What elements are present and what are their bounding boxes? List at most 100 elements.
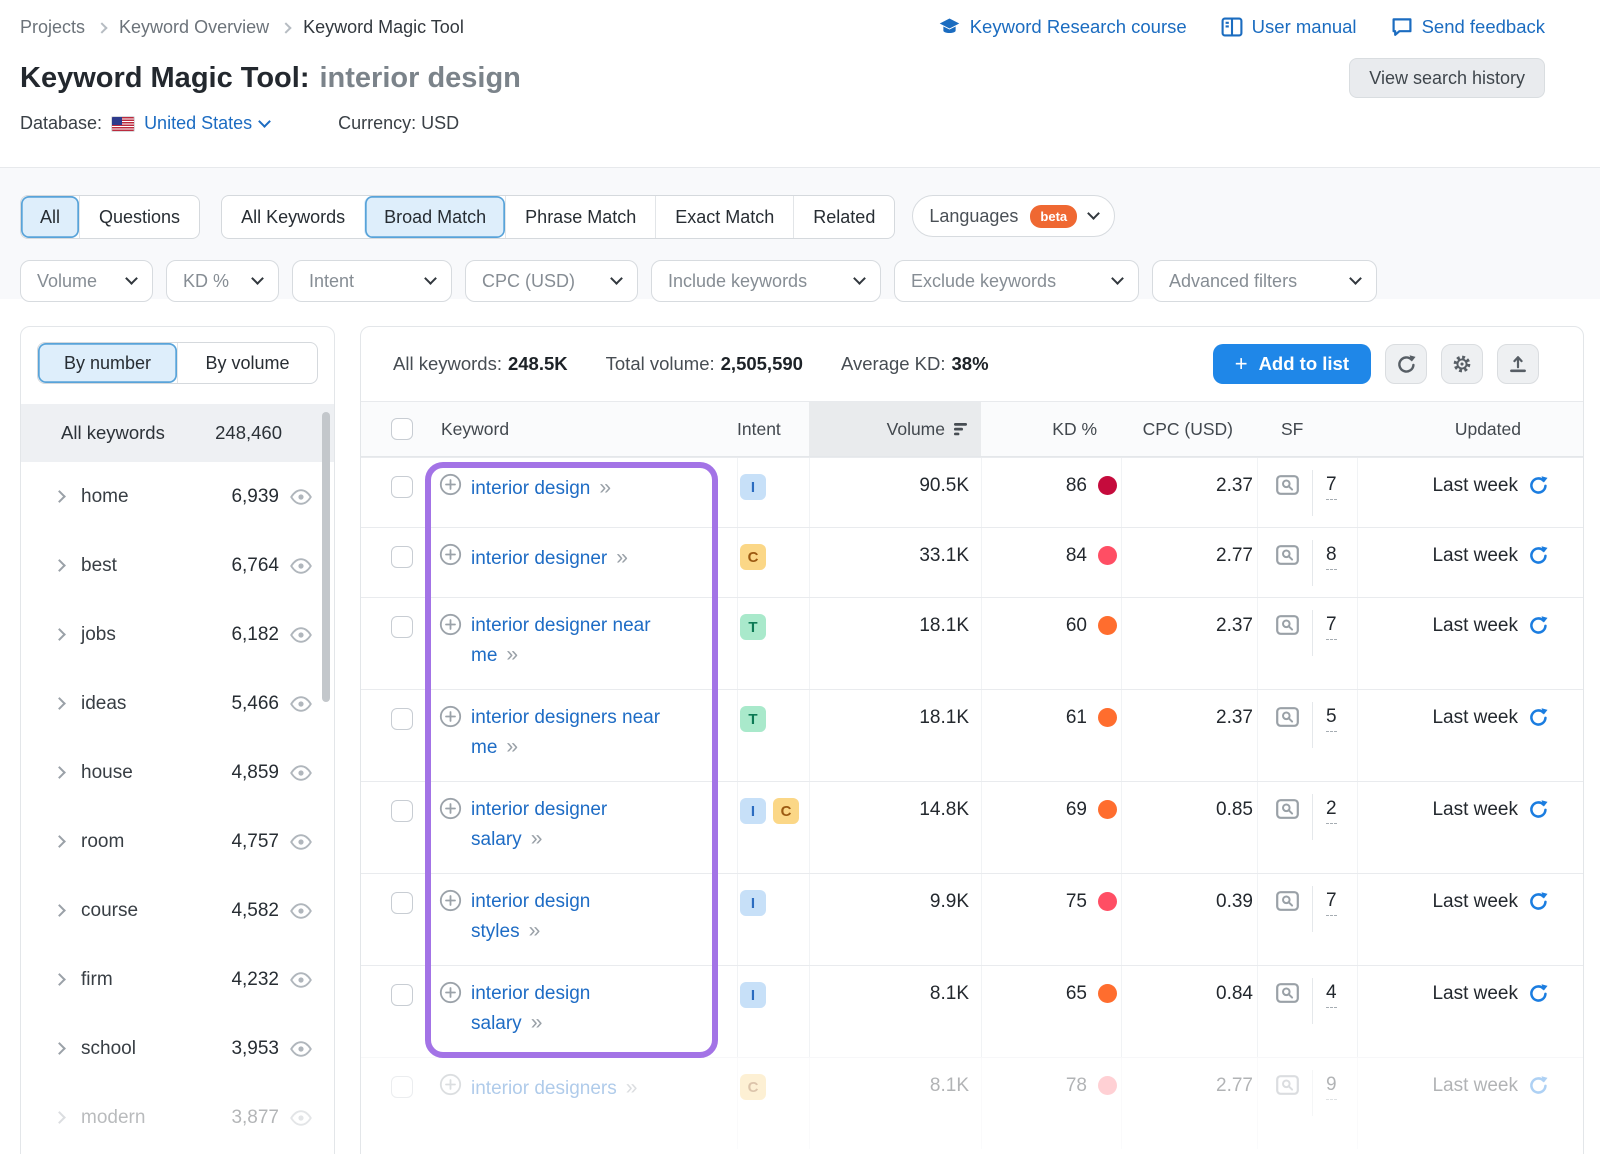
sidebar-group-jobs[interactable]: jobs 6,182 <box>21 600 334 669</box>
settings-button[interactable] <box>1441 344 1483 384</box>
eye-icon[interactable] <box>290 833 312 850</box>
all-keywords-group[interactable]: All keywords 248,460 <box>21 404 334 462</box>
eye-icon[interactable] <box>290 557 312 574</box>
eye-icon[interactable] <box>290 626 312 643</box>
database-selector[interactable]: United States <box>144 113 271 134</box>
chevron-right-icon[interactable] <box>53 835 66 848</box>
keyword-link[interactable]: interior designers near me <box>471 707 660 758</box>
chevron-right-icon[interactable] <box>53 490 66 503</box>
row-checkbox[interactable] <box>391 616 413 638</box>
column-header-kd[interactable]: KD % <box>981 402 1121 456</box>
chevron-right-icon[interactable] <box>53 1111 66 1124</box>
tab-exact-match[interactable]: Exact Match <box>655 196 793 238</box>
select-all-checkbox[interactable] <box>391 418 413 440</box>
serp-features-icon[interactable] <box>1276 799 1299 819</box>
intent-filter-dropdown[interactable]: Intent <box>292 260 452 302</box>
advanced-filters-dropdown[interactable]: Advanced filters <box>1152 260 1377 302</box>
expand-keyword-icon[interactable]: » <box>506 735 518 758</box>
add-keyword-icon[interactable] <box>439 473 462 502</box>
expand-keyword-icon[interactable]: » <box>616 546 628 569</box>
tab-related[interactable]: Related <box>793 196 894 238</box>
tab-questions[interactable]: Questions <box>79 196 199 238</box>
chevron-right-icon[interactable] <box>53 973 66 986</box>
breadcrumb-keyword-overview[interactable]: Keyword Overview <box>119 17 269 38</box>
expand-keyword-icon[interactable]: » <box>531 827 543 850</box>
refresh-metrics-icon[interactable] <box>1528 983 1549 1004</box>
serp-features-icon[interactable] <box>1276 475 1299 495</box>
serp-features-icon[interactable] <box>1276 1075 1299 1095</box>
exclude-keywords-dropdown[interactable]: Exclude keywords <box>894 260 1139 302</box>
row-checkbox[interactable] <box>391 708 413 730</box>
sf-count[interactable]: 7 <box>1326 474 1337 500</box>
keyword-link[interactable]: interior designers <box>471 1078 617 1099</box>
chevron-right-icon[interactable] <box>53 904 66 917</box>
serp-features-icon[interactable] <box>1276 891 1299 911</box>
toggle-by-number[interactable]: By number <box>38 343 177 383</box>
serp-features-icon[interactable] <box>1276 615 1299 635</box>
refresh-metrics-icon[interactable] <box>1528 707 1549 728</box>
column-header-cpc[interactable]: CPC (USD) <box>1121 402 1257 456</box>
expand-keyword-icon[interactable]: » <box>599 476 611 499</box>
refresh-metrics-icon[interactable] <box>1528 545 1549 566</box>
keyword-link[interactable]: interior designer near me <box>471 615 651 666</box>
sidebar-group-house[interactable]: house 4,859 <box>21 738 334 807</box>
toggle-by-volume[interactable]: By volume <box>177 343 317 383</box>
refresh-button[interactable] <box>1385 344 1427 384</box>
sf-count[interactable]: 7 <box>1326 890 1337 916</box>
chevron-right-icon[interactable] <box>53 766 66 779</box>
tab-all-keywords[interactable]: All Keywords <box>222 196 364 238</box>
add-keyword-icon[interactable] <box>439 1073 462 1102</box>
chevron-right-icon[interactable] <box>53 559 66 572</box>
sidebar-group-home[interactable]: home 6,939 <box>21 462 334 531</box>
serp-features-icon[interactable] <box>1276 707 1299 727</box>
serp-features-icon[interactable] <box>1276 983 1299 1003</box>
view-search-history-button[interactable]: View search history <box>1349 58 1545 98</box>
add-keyword-icon[interactable] <box>439 705 462 734</box>
refresh-metrics-icon[interactable] <box>1528 799 1549 820</box>
send-feedback-link[interactable]: Send feedback <box>1391 16 1545 38</box>
sidebar-group-room[interactable]: room 4,757 <box>21 807 334 876</box>
cpc-filter-dropdown[interactable]: CPC (USD) <box>465 260 638 302</box>
sidebar-group-school[interactable]: school 3,953 <box>21 1014 334 1083</box>
sf-count[interactable]: 8 <box>1326 544 1337 570</box>
row-checkbox[interactable] <box>391 892 413 914</box>
chevron-right-icon[interactable] <box>53 697 66 710</box>
user-manual-link[interactable]: User manual <box>1221 16 1357 38</box>
languages-dropdown[interactable]: Languages beta <box>912 195 1116 237</box>
chevron-right-icon[interactable] <box>53 628 66 641</box>
expand-keyword-icon[interactable]: » <box>626 1076 638 1099</box>
sidebar-group-course[interactable]: course 4,582 <box>21 876 334 945</box>
eye-icon[interactable] <box>290 971 312 988</box>
add-keyword-icon[interactable] <box>439 613 462 642</box>
sidebar-group-firm[interactable]: firm 4,232 <box>21 945 334 1014</box>
add-to-list-button[interactable]: + Add to list <box>1212 344 1371 384</box>
tab-broad-match[interactable]: Broad Match <box>364 196 506 238</box>
include-keywords-dropdown[interactable]: Include keywords <box>651 260 881 302</box>
sidebar-group-ideas[interactable]: ideas 5,466 <box>21 669 334 738</box>
eye-icon[interactable] <box>290 764 312 781</box>
eye-icon[interactable] <box>290 1109 312 1126</box>
eye-icon[interactable] <box>290 1040 312 1057</box>
sidebar-group-best[interactable]: best 6,764 <box>21 531 334 600</box>
keyword-link[interactable]: interior design <box>471 478 590 499</box>
sf-count[interactable]: 5 <box>1326 706 1337 732</box>
add-keyword-icon[interactable] <box>439 543 462 572</box>
column-header-volume[interactable]: Volume <box>809 402 981 456</box>
row-checkbox[interactable] <box>391 546 413 568</box>
refresh-metrics-icon[interactable] <box>1528 475 1549 496</box>
expand-keyword-icon[interactable]: » <box>506 643 518 666</box>
row-checkbox[interactable] <box>391 1076 413 1098</box>
refresh-metrics-icon[interactable] <box>1528 891 1549 912</box>
keyword-link[interactable]: interior designer <box>471 548 607 569</box>
column-header-sf[interactable]: SF <box>1257 402 1357 456</box>
add-keyword-icon[interactable] <box>439 797 462 826</box>
keyword-research-course-link[interactable]: Keyword Research course <box>938 16 1187 39</box>
kd-filter-dropdown[interactable]: KD % <box>166 260 279 302</box>
column-header-keyword[interactable]: Keyword <box>413 402 737 456</box>
column-header-intent[interactable]: Intent <box>737 402 809 456</box>
add-keyword-icon[interactable] <box>439 889 462 918</box>
tab-all[interactable]: All <box>21 196 80 238</box>
refresh-metrics-icon[interactable] <box>1528 1075 1549 1096</box>
sf-count[interactable]: 7 <box>1326 614 1337 640</box>
serp-features-icon[interactable] <box>1276 545 1299 565</box>
